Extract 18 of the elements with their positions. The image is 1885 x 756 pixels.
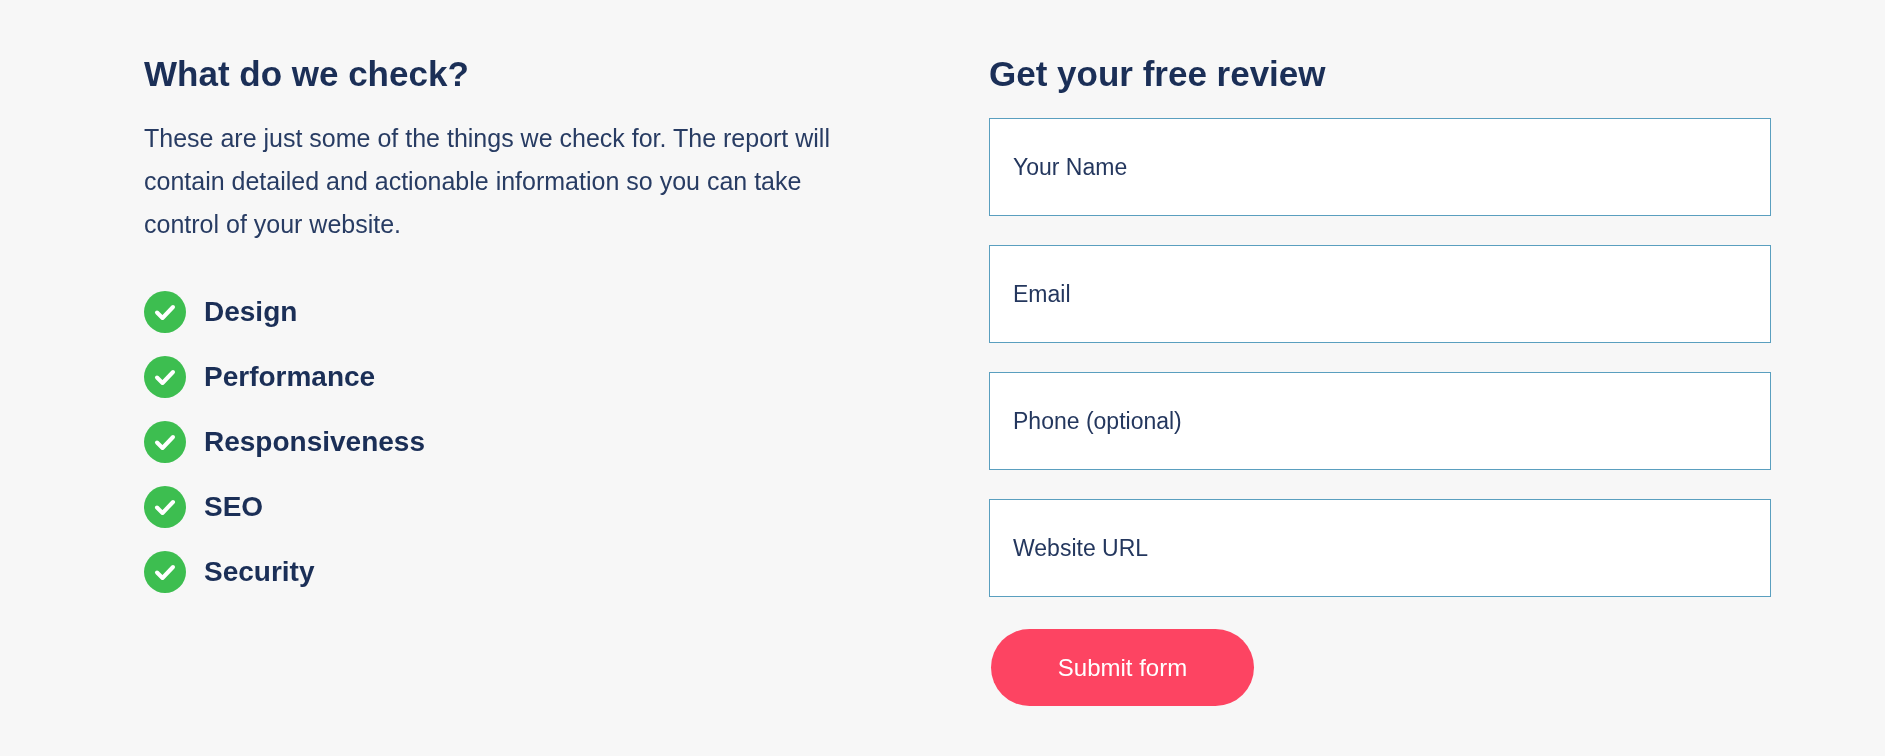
input-field[interactable]: Website URL [989, 499, 1771, 597]
check-circle-icon [144, 291, 186, 333]
check-circle-icon [144, 421, 186, 463]
checklist-item-label: Security [204, 555, 315, 589]
checklist-item-label: SEO [204, 490, 264, 524]
input-field[interactable]: Your Name [989, 118, 1771, 216]
check-circle-icon [144, 356, 186, 398]
description-paragraph: These are just some of the things we check for. The report will contain detailed and actionable information so you can take control of your website. [144, 123, 831, 240]
checklist-item-label: Design [204, 295, 298, 329]
checklist-item-label: Performance [204, 360, 376, 394]
check-circle-icon [144, 551, 186, 593]
check-circle-icon [144, 486, 186, 528]
submit-button[interactable]: Submit form [991, 629, 1254, 706]
form-heading: Get your free review [989, 53, 1326, 95]
section-heading: What do we check? [144, 53, 469, 95]
input-field[interactable]: Email [989, 245, 1771, 343]
checklist-item-label: Responsiveness [204, 425, 425, 459]
input-field[interactable]: Phone (optional) [989, 372, 1771, 470]
